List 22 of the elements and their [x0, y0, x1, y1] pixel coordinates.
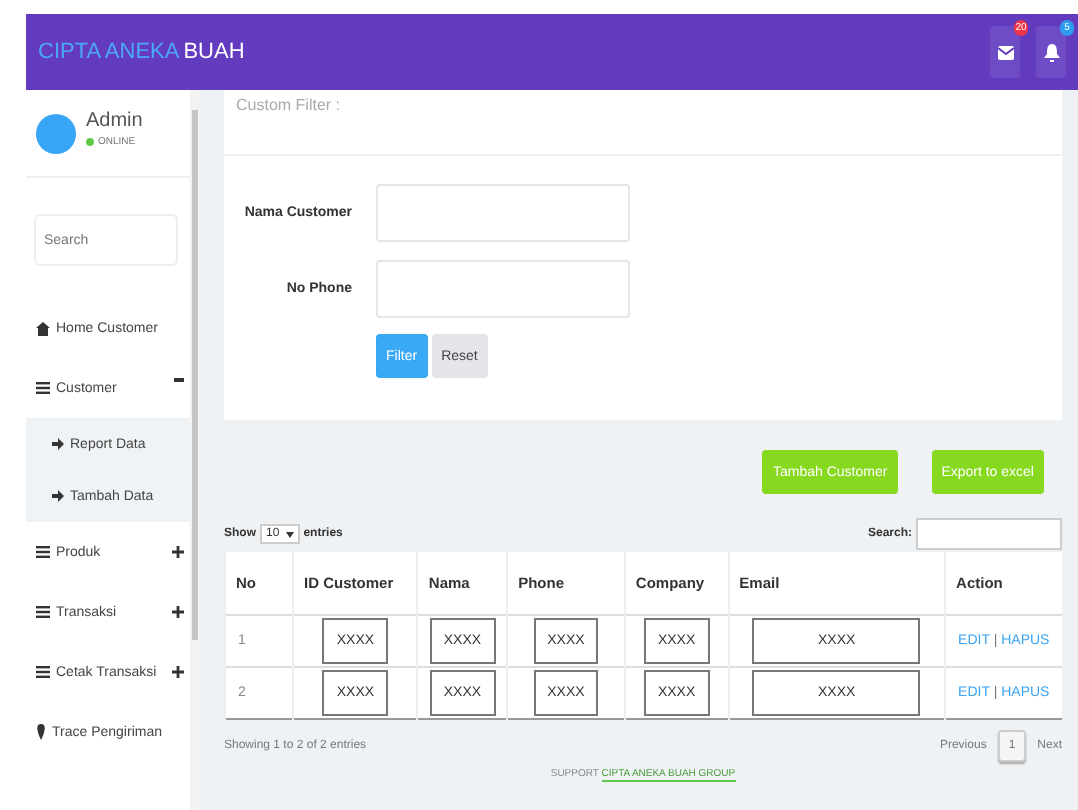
avatar	[36, 114, 76, 154]
expand-icon	[172, 666, 184, 678]
expand-icon	[172, 546, 184, 558]
user-name: Admin	[86, 110, 143, 132]
online-dot	[86, 138, 94, 146]
menu-icon	[36, 546, 50, 558]
bell-icon	[1043, 43, 1059, 61]
home-icon	[36, 321, 50, 335]
pin-icon	[36, 724, 46, 740]
menu-icon	[36, 382, 50, 394]
menu-icon	[36, 666, 50, 678]
card-title: Custom Filter :	[224, 90, 1062, 156]
envelope-icon	[997, 45, 1013, 59]
input-field[interactable]	[376, 259, 630, 317]
caret-icon	[285, 531, 294, 537]
arrow-icon	[52, 438, 64, 450]
arrow-icon	[52, 490, 64, 502]
search-field[interactable]	[916, 518, 1062, 550]
expand-icon	[172, 606, 184, 618]
menu-icon	[36, 606, 50, 618]
input-field[interactable]	[376, 183, 630, 241]
brand-name[interactable]: BUAH	[183, 40, 245, 64]
